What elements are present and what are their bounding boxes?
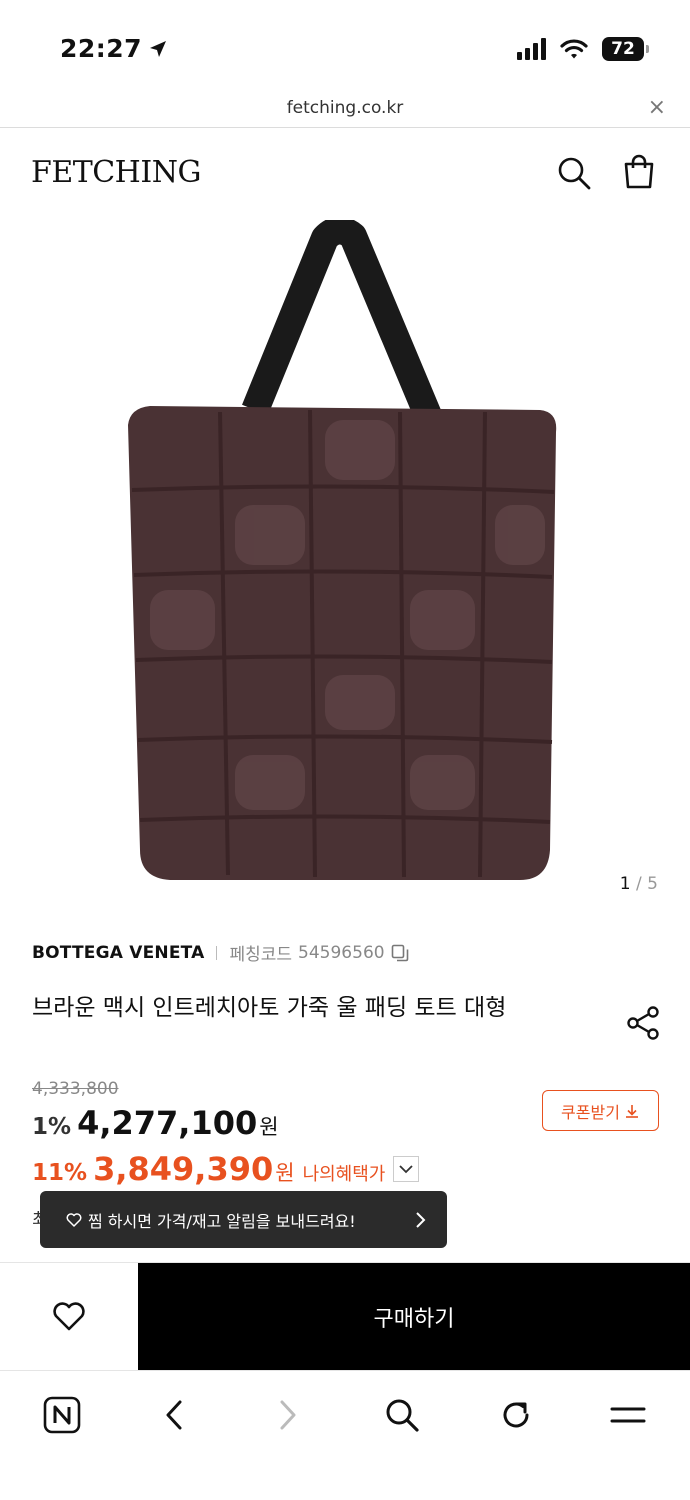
browser-toolbar [0, 1370, 690, 1500]
close-icon[interactable]: × [648, 96, 666, 120]
wifi-icon [560, 39, 588, 59]
search-icon[interactable] [556, 155, 592, 191]
benefit-currency: 원 [275, 1161, 295, 1185]
status-bar: 22:27 72 [0, 0, 690, 96]
battery-icon: 72 [602, 37, 649, 61]
toast-text: 찜 하시면 가격/재고 알림을 보내드려요! [88, 1211, 356, 1231]
product-image[interactable] [110, 216, 580, 890]
copy-icon[interactable] [391, 944, 409, 962]
currency-label: 원 [259, 1115, 279, 1139]
benefit-price-row: 11% 3,849,390 원 나의혜택가 [32, 1150, 420, 1188]
brand-name[interactable]: BOTTEGA VENETA [32, 943, 204, 963]
benefit-percent: 11% [32, 1160, 88, 1186]
battery-level: 72 [611, 39, 635, 59]
action-bar: 구매하기 [0, 1262, 690, 1371]
coupon-label: 쿠폰받기 [561, 1102, 620, 1122]
sale-price: 4,277,100 [77, 1104, 258, 1142]
site-logo[interactable]: FETCHING [31, 155, 201, 190]
url-bar[interactable]: fetching.co.kr × [0, 96, 690, 128]
download-icon [625, 1104, 638, 1118]
wishlist-toast[interactable]: 찜 하시면 가격/재고 알림을 보내드려요! [40, 1191, 447, 1248]
menu-icon[interactable] [606, 1393, 650, 1437]
coupon-button[interactable]: 쿠폰받기 [542, 1090, 659, 1131]
brand-row: BOTTEGA VENETA 페칭코드 54596560 [32, 940, 409, 965]
chevron-right-icon[interactable] [413, 1211, 427, 1229]
signal-icon [517, 38, 546, 60]
product-title: 브라운 맥시 인트레치아토 가죽 울 패딩 토트 대형 [32, 995, 507, 1021]
forward-icon[interactable] [266, 1393, 310, 1437]
benefit-price: 3,849,390 [93, 1150, 274, 1188]
shopping-bag-icon[interactable] [620, 153, 658, 191]
image-counter-total: 5 [647, 874, 658, 894]
site-header: FETCHING [0, 129, 690, 219]
chevron-down-icon[interactable] [393, 1156, 420, 1182]
refresh-icon[interactable] [494, 1393, 538, 1437]
back-icon[interactable] [152, 1393, 196, 1437]
search-icon[interactable] [380, 1393, 424, 1437]
wishlist-button[interactable] [0, 1263, 138, 1371]
share-icon[interactable] [624, 1004, 662, 1042]
naver-home-icon[interactable] [40, 1393, 84, 1437]
status-icons: 72 [517, 37, 649, 61]
divider [216, 945, 218, 960]
status-time: 22:27 [60, 34, 168, 65]
buy-button[interactable]: 구매하기 [138, 1263, 690, 1371]
original-price: 4,333,800 [32, 1079, 119, 1099]
heart-icon [53, 1302, 85, 1331]
discount-percent: 1% [32, 1114, 72, 1140]
fetching-code: 54596560 [298, 942, 385, 963]
image-counter-separator: / [636, 874, 642, 894]
fetching-code-label: 페칭코드 [229, 945, 293, 965]
heart-icon [66, 1212, 82, 1227]
time-text: 22:27 [60, 34, 143, 63]
benefit-label[interactable]: 나의혜택가 [303, 1160, 386, 1186]
location-arrow-icon [148, 36, 168, 65]
url-text[interactable]: fetching.co.kr [0, 98, 690, 118]
price-row: 1% 4,277,100 원 [32, 1104, 279, 1142]
image-counter: 1 / 5 [620, 874, 658, 894]
image-counter-current: 1 [619, 874, 631, 894]
